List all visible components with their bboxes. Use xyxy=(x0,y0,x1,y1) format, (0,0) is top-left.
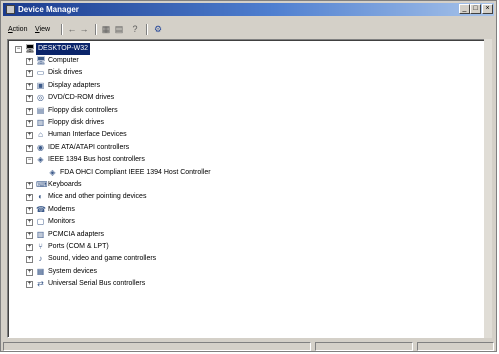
tree-root-label: DESKTOP-W32 xyxy=(36,43,91,55)
close-icon: × xyxy=(485,5,490,12)
expand-icon[interactable]: + xyxy=(26,95,33,103)
expand-icon[interactable]: + xyxy=(26,194,33,202)
expand-icon[interactable]: + xyxy=(26,256,33,264)
tree-category-label: Modems xyxy=(48,205,75,213)
disk-drive-icon: ▭ xyxy=(36,68,45,78)
device-tree[interactable]: − 🖥 DESKTOP-W32 + 🖥 Computer + ▭ Disk drives +… xyxy=(7,39,487,338)
tree-category-label: Disk drives xyxy=(48,69,83,77)
status-panel-mid xyxy=(315,342,413,351)
tree-category-label: IDE ATA/ATAPI controllers xyxy=(48,143,130,151)
keyboard-icon: ⌨ xyxy=(36,180,48,189)
help-icon[interactable]: ? xyxy=(130,25,140,34)
computer-icon: 🖥 xyxy=(25,44,36,53)
pcmcia-icon: ▥ xyxy=(36,229,45,239)
toolbar-separator xyxy=(61,24,63,35)
expand-icon[interactable]: + xyxy=(26,82,33,90)
menu-action[interactable]: Action xyxy=(8,24,27,35)
cdrom-icon: ◎ xyxy=(37,93,44,103)
forward-arrow-icon[interactable]: → xyxy=(79,25,89,34)
tree-category-label: Computer xyxy=(48,57,79,64)
collapse-icon[interactable]: − xyxy=(15,46,22,53)
title-bar[interactable]: Device Manager _ □ × xyxy=(3,3,494,16)
tree-device-label: FDA OHCI Compliant IEEE 1394 Host Contro… xyxy=(60,168,211,176)
tree-category-label: Monitors xyxy=(48,218,75,226)
maximize-icon: □ xyxy=(473,5,478,12)
display-adapter-icon: ▣ xyxy=(36,80,45,90)
tree-view-icon[interactable]: ▦ xyxy=(101,25,111,34)
monitor-icon: ▢ xyxy=(36,217,45,227)
tree-category-label: IEEE 1394 Bus host controllers xyxy=(48,156,145,164)
tree-category-label: System devices xyxy=(48,267,98,275)
expand-icon[interactable]: + xyxy=(26,144,33,152)
computer-icon: 🖥 xyxy=(36,56,47,65)
device-manager-icon xyxy=(6,5,15,14)
vertical-scrollbar[interactable] xyxy=(484,39,492,338)
minimize-icon: _ xyxy=(462,5,467,12)
expand-icon[interactable]: + xyxy=(26,281,33,289)
hid-icon: ⌂ xyxy=(38,130,43,140)
tree-category-label: Floppy disk controllers xyxy=(48,106,118,114)
tree-category-label: DVD/CD-ROM drives xyxy=(48,94,115,102)
expand-icon[interactable]: + xyxy=(26,58,33,65)
mouse-icon: ◐ xyxy=(38,192,43,202)
tree-category-label: Floppy disk drives xyxy=(48,119,105,126)
properties-icon[interactable]: ▤ xyxy=(114,25,124,34)
port-icon: ⑂ xyxy=(38,242,43,251)
status-panel-main xyxy=(3,342,311,351)
ide-controller-icon: ◉ xyxy=(37,142,44,152)
tree-category-label: Ports (COM & LPT) xyxy=(48,243,109,250)
back-arrow-icon[interactable]: ← xyxy=(67,25,77,34)
usb-icon: ⇄ xyxy=(37,279,44,289)
close-button[interactable]: × xyxy=(482,4,493,14)
expand-icon[interactable]: + xyxy=(26,268,33,276)
host-controller-icon: ◈ xyxy=(49,167,56,177)
tree-category-label: Keyboards xyxy=(48,181,82,188)
floppy-drive-icon: ▥ xyxy=(36,118,45,127)
expand-icon[interactable]: + xyxy=(26,206,33,214)
expand-icon[interactable]: + xyxy=(26,120,33,127)
toolbar-separator xyxy=(146,24,148,35)
expand-icon[interactable]: + xyxy=(26,231,33,239)
expand-icon[interactable]: + xyxy=(26,244,33,251)
expand-icon[interactable]: + xyxy=(26,219,33,227)
tree-category-label: Human Interface Devices xyxy=(48,131,127,139)
expand-icon[interactable]: + xyxy=(26,132,33,140)
scan-hardware-icon[interactable]: ⚙ xyxy=(153,25,163,34)
expand-icon[interactable]: + xyxy=(26,182,33,189)
tree-category-label: Sound, video and game controllers xyxy=(48,255,157,263)
maximize-button[interactable]: □ xyxy=(470,4,481,14)
tree-category-label: Display adapters xyxy=(48,81,101,89)
toolbar-separator xyxy=(95,24,97,35)
menu-toolbar-bar: Action View ← → ▦ ▤ ? ⚙ xyxy=(3,21,494,38)
menu-view[interactable]: View xyxy=(35,24,50,35)
window-title: Device Manager xyxy=(18,5,79,14)
device-manager-window: Device Manager _ □ × Action View ← → ▦ ▤… xyxy=(0,0,497,352)
modem-icon: ☎ xyxy=(36,204,46,214)
tree-category-label: Universal Serial Bus controllers xyxy=(48,280,146,288)
tree-category-label: Mice and other pointing devices xyxy=(48,193,147,201)
ieee1394-icon: ◈ xyxy=(37,155,44,165)
floppy-controller-icon: ▤ xyxy=(36,105,45,115)
expand-icon[interactable]: + xyxy=(26,70,33,78)
minimize-button[interactable]: _ xyxy=(459,4,470,14)
collapse-icon[interactable]: − xyxy=(26,157,33,165)
sound-icon: ♪ xyxy=(38,254,43,264)
expand-icon[interactable]: + xyxy=(26,107,33,115)
status-bar xyxy=(3,341,494,352)
system-device-icon: ▦ xyxy=(36,266,45,276)
tree-category-label: PCMCIA adapters xyxy=(48,230,105,238)
status-panel-right xyxy=(417,342,494,351)
